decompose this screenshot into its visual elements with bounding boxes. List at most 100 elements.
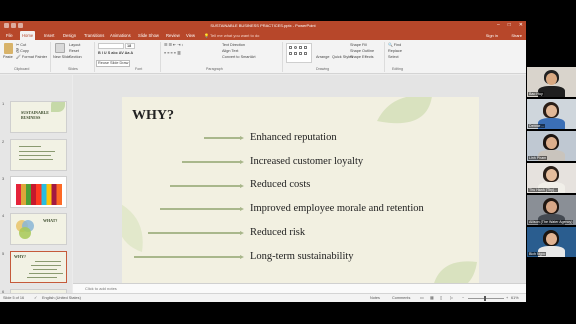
paste-button[interactable]: Paste xyxy=(3,55,13,60)
slide-thumbnail-4[interactable]: WHAT? xyxy=(10,213,67,245)
venn-circle xyxy=(19,227,31,239)
zoom-level[interactable]: 61% xyxy=(511,294,519,302)
shape-effects-button[interactable]: Shape Effects xyxy=(350,55,374,60)
shapes-gallery[interactable] xyxy=(286,43,312,63)
select-button[interactable]: Select xyxy=(388,55,399,60)
video-participants-panel: Bao Huy Debbie ... Linh Pham Thu Hanh (T… xyxy=(527,67,576,257)
status-bar: Slide 5 of 16 ✓ English (United States) … xyxy=(0,293,526,302)
arrow-icon xyxy=(170,184,244,188)
reason-item[interactable]: Reduced risk xyxy=(250,227,305,239)
rectangle-icon[interactable] xyxy=(289,46,292,49)
shape-icon[interactable] xyxy=(304,52,307,55)
tab-view[interactable]: View xyxy=(184,31,197,40)
share-button[interactable]: Share xyxy=(511,31,522,40)
tab-design[interactable]: Design xyxy=(61,31,78,40)
tell-me-search[interactable]: 💡 Tell me what you want to do xyxy=(204,31,259,40)
reason-item[interactable]: Long-term sustainability xyxy=(250,251,354,263)
font-name-combo[interactable] xyxy=(98,43,124,49)
reason-item[interactable]: Increased customer loyalty xyxy=(250,156,363,168)
separator xyxy=(50,42,51,72)
minimize-icon[interactable]: – xyxy=(497,21,500,30)
thumbnail-title: WHAT? xyxy=(43,218,58,223)
reason-item[interactable]: Enhanced reputation xyxy=(250,132,337,144)
slide-thumbnail-5[interactable]: WHY? xyxy=(10,251,67,283)
close-icon[interactable]: ✕ xyxy=(519,21,523,30)
comments-toggle[interactable]: Comments xyxy=(392,294,410,302)
tab-file[interactable]: File xyxy=(4,31,15,40)
current-slide[interactable]: WHY? Enhanced reputation Increased custo… xyxy=(122,97,479,295)
slide-title[interactable]: WHY? xyxy=(132,108,174,124)
replace-button[interactable]: Replace xyxy=(388,49,402,54)
participant-tile[interactable]: Bich Ngoc xyxy=(527,227,576,257)
reason-item[interactable]: Improved employee morale and retention xyxy=(250,203,424,215)
zoom-out-icon[interactable]: − xyxy=(462,294,464,302)
copy-button[interactable]: ⎘ Copy xyxy=(16,49,29,54)
slide-editing-area[interactable]: WHY? Enhanced reputation Increased custo… xyxy=(73,75,526,295)
layout-button[interactable]: Layout xyxy=(69,43,80,48)
tab-home[interactable]: Home xyxy=(20,31,36,40)
tab-slide-show[interactable]: Slide Show xyxy=(136,31,161,40)
thumbnail-text-line xyxy=(19,155,51,156)
tab-review[interactable]: Review xyxy=(164,31,182,40)
tab-insert[interactable]: Insert xyxy=(42,31,56,40)
slide-thumbnail-2[interactable] xyxy=(10,139,67,171)
list-buttons[interactable]: ☰ ☰ ⇤ ⇥ ↕ xyxy=(164,43,183,48)
cut-button[interactable]: ✂ Cut xyxy=(16,43,26,48)
reset-button[interactable]: Reset xyxy=(69,49,79,54)
format-painter-button[interactable]: 🖌 Format Painter xyxy=(16,55,47,60)
zoom-in-icon[interactable]: + xyxy=(506,294,508,302)
font-format-buttons[interactable]: B I U S abc AV Aa A xyxy=(98,51,133,56)
oval-icon[interactable] xyxy=(294,46,297,49)
zoom-slider[interactable] xyxy=(468,298,504,299)
language-indicator[interactable]: English (United States) xyxy=(42,294,81,302)
arrange-button[interactable]: Arrange xyxy=(316,55,330,60)
slide-sorter-icon[interactable]: ▦ xyxy=(430,294,434,302)
new-slide-icon[interactable] xyxy=(55,43,65,53)
paragraph-group-label: Paragraph xyxy=(206,67,223,71)
sign-in-link[interactable]: Sign in xyxy=(486,31,498,40)
slideshow-icon[interactable]: ▷ xyxy=(450,294,453,302)
shape-outline-button[interactable]: Shape Outline xyxy=(350,49,374,54)
notes-pane[interactable]: Click to add notes xyxy=(73,283,526,293)
notes-toggle[interactable]: Notes xyxy=(370,294,380,302)
normal-view-icon[interactable]: ▭ xyxy=(420,294,424,302)
editing-group-label: Editing xyxy=(392,67,403,71)
participant-tile[interactable]: Debbie ... xyxy=(527,99,576,129)
participant-tile[interactable]: Linh Pham xyxy=(527,131,576,161)
participant-tile[interactable]: Thu Hanh (Thy)... xyxy=(527,163,576,193)
clipboard-group-label: Clipboard xyxy=(14,67,30,71)
section-button[interactable]: Section xyxy=(69,55,82,60)
shape-icon[interactable] xyxy=(299,46,302,49)
slide-thumbnail-1[interactable]: SUSTAINABLE BUSINESS xyxy=(10,101,67,133)
font-size-combo[interactable]: 18 xyxy=(125,43,135,49)
shape-icon[interactable] xyxy=(299,52,302,55)
participant-name: Bao Huy xyxy=(528,91,544,96)
thumbnail-text-line xyxy=(27,277,57,278)
arrow-icon xyxy=(160,207,244,211)
spelling-icon[interactable]: ✓ xyxy=(34,294,37,302)
slide-thumbnail-3[interactable] xyxy=(10,176,67,208)
maximize-icon[interactable]: □ xyxy=(508,21,511,30)
participant-tile[interactable]: Bao Huy xyxy=(527,67,576,97)
screen: SUSTAINABLE BUSINESS PRACTICES.pptx - Po… xyxy=(0,0,576,324)
find-button[interactable]: 🔍 Find xyxy=(388,43,401,48)
thumbnail-text-line xyxy=(19,151,55,152)
convert-smartart-button[interactable]: Convert to SmartArt xyxy=(222,55,256,60)
tab-animations[interactable]: Animations xyxy=(108,31,133,40)
reason-item[interactable]: Reduced costs xyxy=(250,179,310,191)
tab-transitions[interactable]: Transitions xyxy=(82,31,106,40)
text-direction-button[interactable]: Text Direction xyxy=(222,43,245,48)
reading-view-icon[interactable]: ▯ xyxy=(440,294,442,302)
paste-icon[interactable] xyxy=(4,43,13,54)
participant-tile[interactable]: Allison (The Water Agency) xyxy=(527,195,576,225)
shape-icon[interactable] xyxy=(294,52,297,55)
arrow-icon xyxy=(204,136,244,140)
align-buttons[interactable]: ≡ ≡ ≡ ≡ ▥ xyxy=(164,51,181,56)
thumbnail-text-line xyxy=(29,273,63,274)
shape-fill-button[interactable]: Shape Fill xyxy=(350,43,367,48)
shape-icon[interactable] xyxy=(304,46,307,49)
shape-icon[interactable] xyxy=(289,52,292,55)
new-slide-button[interactable]: New Slide xyxy=(53,55,70,60)
align-text-button[interactable]: Align Text xyxy=(222,49,238,54)
zoom-slider-knob[interactable] xyxy=(484,296,486,301)
